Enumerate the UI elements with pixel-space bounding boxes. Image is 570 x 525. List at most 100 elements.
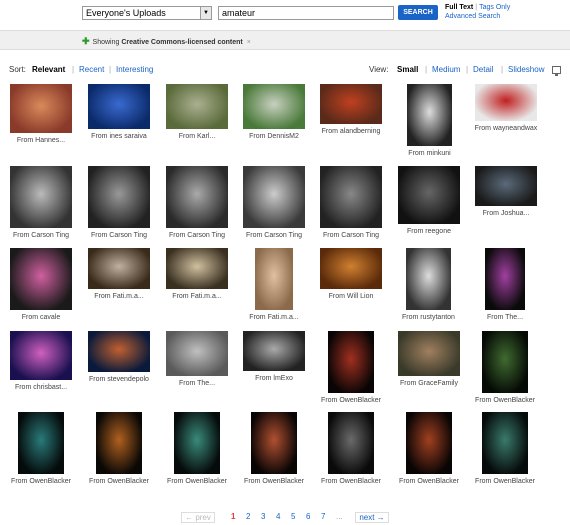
photo-image[interactable] — [482, 331, 528, 393]
view-small[interactable]: Small — [397, 65, 418, 74]
photo-owner-link[interactable]: From Hannes... — [2, 137, 80, 144]
sort-recent[interactable]: Recent — [79, 65, 104, 74]
photo-image[interactable] — [10, 331, 72, 380]
page-7[interactable]: 7 — [321, 512, 325, 521]
photo-image[interactable] — [320, 166, 382, 228]
search-input[interactable]: amateur — [218, 6, 394, 20]
sort-relevant[interactable]: Relevant — [32, 65, 65, 74]
photo-owner-link[interactable]: From minkuni — [391, 150, 469, 157]
page-3[interactable]: 3 — [261, 512, 265, 521]
photo-owner-link[interactable]: From reegone — [390, 228, 468, 235]
photo-image[interactable] — [243, 84, 305, 129]
photo-owner-link[interactable]: From Carson Ting — [80, 232, 158, 239]
photo-owner-link[interactable]: From OwenBlacker — [235, 478, 313, 485]
photo-owner-link[interactable]: From OwenBlacker — [2, 478, 80, 485]
advanced-search-link[interactable]: Advanced Search — [445, 13, 500, 20]
view-slideshow[interactable]: Slideshow — [508, 65, 544, 74]
photo-image[interactable] — [406, 248, 451, 310]
photo-image[interactable] — [243, 166, 305, 228]
photo-owner-link[interactable]: From OwenBlacker — [390, 478, 468, 485]
photo-image[interactable] — [475, 84, 537, 121]
photo-owner-link[interactable]: From OwenBlacker — [466, 397, 544, 404]
page-2[interactable]: 2 — [246, 512, 250, 521]
slideshow-icon[interactable] — [552, 66, 561, 76]
page-6[interactable]: 6 — [306, 512, 310, 521]
search-scope-select[interactable]: Everyone's Uploads ▼ — [82, 6, 212, 20]
close-icon[interactable]: × — [247, 39, 251, 46]
photo-image[interactable] — [174, 412, 220, 474]
photo-image[interactable] — [166, 248, 228, 289]
photo-image[interactable] — [166, 331, 228, 376]
photo-image[interactable] — [475, 166, 537, 206]
photo-owner-link[interactable]: From Carson Ting — [312, 232, 390, 239]
photo-image[interactable] — [166, 84, 228, 129]
photo-owner-link[interactable]: From lmExo — [235, 375, 313, 382]
cc-filter-bar: ✚ Showing Creative Commons-licensed conte… — [0, 30, 570, 50]
photo-owner-link[interactable]: From stevendepolo — [80, 376, 158, 383]
next-page-button[interactable]: next → — [355, 512, 389, 523]
photo-owner-link[interactable]: From ines saraiva — [80, 133, 158, 140]
photo-image[interactable] — [328, 412, 374, 474]
photo-image[interactable] — [255, 248, 293, 310]
photo-image[interactable] — [398, 331, 460, 376]
photo-owner-link[interactable]: From GraceFamily — [390, 380, 468, 387]
photo-owner-link[interactable]: From Carson Ting — [235, 232, 313, 239]
photo-owner-link[interactable]: From Carson Ting — [158, 232, 236, 239]
photo-owner-link[interactable]: From OwenBlacker — [466, 478, 544, 485]
page-4[interactable]: 4 — [276, 512, 280, 521]
view-detail[interactable]: Detail — [473, 65, 493, 74]
photo-image[interactable] — [96, 412, 142, 474]
photo-owner-link[interactable]: From OwenBlacker — [158, 478, 236, 485]
search-button[interactable]: SEARCH — [398, 5, 438, 20]
photo-owner-link[interactable]: From alandberning — [312, 128, 390, 135]
photo-image[interactable] — [88, 331, 150, 372]
photo-owner-link[interactable]: From chrisbast... — [2, 384, 80, 391]
mode-tags-only[interactable]: Tags Only — [479, 4, 510, 11]
photo-owner-link[interactable]: From DennisM2 — [235, 133, 313, 140]
photo-owner-link[interactable]: From Fati.m.a... — [158, 293, 236, 300]
photo-owner-link[interactable]: From cavale — [2, 314, 80, 321]
photo-image[interactable] — [10, 248, 72, 310]
photo-image[interactable] — [320, 248, 382, 289]
photo-image[interactable] — [320, 84, 382, 124]
photo-image[interactable] — [88, 166, 150, 228]
photo-image[interactable] — [88, 84, 150, 129]
photo-image[interactable] — [328, 331, 374, 393]
photo-image[interactable] — [10, 84, 72, 133]
cc-label: Creative Commons-licensed content — [121, 39, 243, 46]
page-5[interactable]: 5 — [291, 512, 295, 521]
photo-owner-link[interactable]: From OwenBlacker — [80, 478, 158, 485]
sort-interesting[interactable]: Interesting — [116, 65, 153, 74]
photo-owner-link[interactable]: From wayneandwax — [467, 125, 545, 132]
search-scope-value: Everyone's Uploads — [86, 8, 166, 18]
photo-owner-link[interactable]: From Joshua... — [467, 210, 545, 217]
photo-owner-link[interactable]: From Karl... — [158, 133, 236, 140]
photo-image[interactable] — [243, 331, 305, 371]
mode-full-text[interactable]: Full Text — [445, 4, 473, 11]
photo-image[interactable] — [398, 166, 460, 224]
sort-label: Sort: — [9, 65, 26, 74]
page-1: 1 — [231, 512, 236, 521]
photo-image[interactable] — [406, 412, 452, 474]
photo-image[interactable] — [88, 248, 150, 289]
photo-owner-link[interactable]: From rustytanton — [390, 314, 468, 321]
photo-image[interactable] — [251, 412, 297, 474]
photo-image[interactable] — [482, 412, 528, 474]
cc-notice: ✚ Showing Creative Commons-licensed conte… — [82, 36, 251, 47]
photo-image[interactable] — [10, 166, 72, 228]
photo-owner-link[interactable]: From Fati.m.a... — [235, 314, 313, 321]
photo-owner-link[interactable]: From Fati.m.a... — [80, 293, 158, 300]
photo-image[interactable] — [407, 84, 452, 146]
photo-image[interactable] — [18, 412, 64, 474]
photo-owner-link[interactable]: From OwenBlacker — [312, 478, 390, 485]
chevron-down-icon[interactable]: ▼ — [200, 7, 211, 19]
photo-owner-link[interactable]: From The... — [466, 314, 544, 321]
view-medium[interactable]: Medium — [432, 65, 460, 74]
photo-owner-link[interactable]: From OwenBlacker — [312, 397, 390, 404]
photo-image[interactable] — [166, 166, 228, 228]
photo-image[interactable] — [485, 248, 525, 310]
photo-owner-link[interactable]: From The... — [158, 380, 236, 387]
photo-owner-link[interactable]: From Will Lion — [312, 293, 390, 300]
view-label: View: — [369, 65, 389, 74]
photo-owner-link[interactable]: From Carson Ting — [2, 232, 80, 239]
